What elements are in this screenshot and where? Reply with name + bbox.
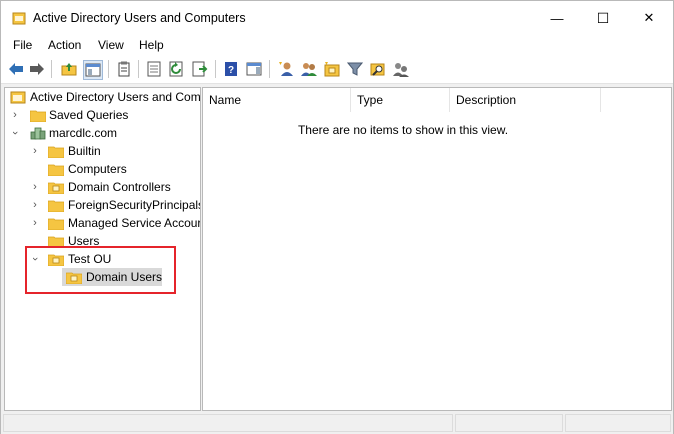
tree-item-label: Computers xyxy=(68,162,127,176)
tree-item-computers[interactable]: Computers xyxy=(5,160,200,178)
folder-icon xyxy=(48,218,64,230)
help-button[interactable]: ? xyxy=(222,60,240,78)
forward-icon xyxy=(30,63,44,75)
filter-icon xyxy=(347,62,363,76)
create-group-icon xyxy=(301,63,317,76)
back-icon xyxy=(9,63,23,75)
tree-item-foreign-security-principals[interactable]: › ForeignSecurityPrincipals xyxy=(5,196,200,214)
show-hide-console-tree-button[interactable] xyxy=(83,60,103,80)
filter-button[interactable] xyxy=(346,60,364,78)
create-user-icon xyxy=(279,62,293,76)
chevron-right-icon[interactable]: › xyxy=(30,214,40,232)
show-hide-console-tree-icon xyxy=(85,63,101,77)
create-group-button[interactable] xyxy=(300,60,318,78)
empty-list-message: There are no items to show in this view. xyxy=(297,123,509,137)
tree-item-saved-queries[interactable]: › Saved Queries xyxy=(5,106,200,124)
tree-item-label: Builtin xyxy=(68,144,101,158)
tree-item-managed-service-accounts[interactable]: › Managed Service Accour xyxy=(5,214,200,232)
column-header-type[interactable]: Type xyxy=(351,88,450,112)
details-pane[interactable]: Name Type Description There are no items… xyxy=(202,87,672,411)
tree-item-label: ForeignSecurityPrincipals xyxy=(68,198,201,212)
export-list-button[interactable] xyxy=(145,60,163,78)
add-to-group-icon xyxy=(393,63,409,77)
menu-action[interactable]: Action xyxy=(48,38,81,52)
chevron-down-icon[interactable]: › xyxy=(6,128,24,138)
tree-item-domain-controllers[interactable]: › Domain Controllers xyxy=(5,178,200,196)
folder-icon xyxy=(30,110,46,122)
close-button[interactable]: ✕ xyxy=(626,1,672,35)
minimize-icon: — xyxy=(550,10,564,26)
find-button[interactable] xyxy=(369,60,387,78)
export-list-icon xyxy=(147,61,161,77)
menu-help[interactable]: Help xyxy=(139,38,164,52)
title-bar: Active Directory Users and Computers — ☐… xyxy=(1,1,673,35)
annotation-highlight-box xyxy=(25,246,176,294)
find-icon xyxy=(370,63,385,76)
help-icon: ? xyxy=(225,62,237,76)
chevron-right-icon[interactable]: › xyxy=(30,196,40,214)
action-pane-icon xyxy=(246,62,262,76)
tree-item-builtin[interactable]: › Builtin xyxy=(5,142,200,160)
folder-icon xyxy=(48,146,64,158)
minimize-button[interactable]: — xyxy=(534,1,580,35)
folder-icon xyxy=(48,200,64,212)
tree-item-label: Managed Service Accour xyxy=(68,216,201,230)
maximize-icon: ☐ xyxy=(596,9,610,26)
status-cell xyxy=(455,414,563,432)
aduc-snapin-icon xyxy=(10,91,26,104)
svg-text:?: ? xyxy=(228,65,234,76)
up-folder-icon xyxy=(61,63,77,76)
create-ou-button[interactable] xyxy=(323,60,341,78)
action-pane-button[interactable] xyxy=(245,60,263,78)
create-user-button[interactable] xyxy=(277,60,295,78)
chevron-right-icon[interactable]: › xyxy=(10,106,20,124)
tree-item-domain[interactable]: › marcdlc.com xyxy=(5,124,200,142)
create-ou-icon xyxy=(324,62,340,77)
maximize-button[interactable]: ☐ xyxy=(580,1,626,35)
app-window: Active Directory Users and Computers — ☐… xyxy=(0,0,674,434)
export-icon xyxy=(192,61,208,77)
menu-view[interactable]: View xyxy=(98,38,124,52)
forward-button[interactable] xyxy=(28,60,46,78)
properties-button[interactable] xyxy=(115,60,133,78)
close-icon: ✕ xyxy=(643,10,655,25)
ou-folder-icon xyxy=(48,182,64,194)
chevron-right-icon[interactable]: › xyxy=(30,178,40,196)
aduc-app-icon xyxy=(12,12,26,25)
status-bar xyxy=(1,411,673,434)
tree-root-label: Active Directory Users and Com xyxy=(30,90,201,104)
column-header-description[interactable]: Description xyxy=(450,88,601,112)
menu-file[interactable]: File xyxy=(13,38,32,52)
folder-icon xyxy=(48,164,64,176)
status-cell xyxy=(565,414,671,432)
properties-icon xyxy=(118,61,130,77)
export-button[interactable] xyxy=(191,60,209,78)
refresh-button[interactable] xyxy=(168,60,186,78)
tree-root[interactable]: Active Directory Users and Com xyxy=(5,88,200,106)
window-title: Active Directory Users and Computers xyxy=(33,11,246,25)
refresh-icon xyxy=(169,61,183,77)
add-to-group-button[interactable] xyxy=(392,60,410,78)
tree-item-label: Domain Controllers xyxy=(68,180,171,194)
tree-item-label: Saved Queries xyxy=(49,108,129,122)
status-cell xyxy=(3,414,453,432)
menu-bar: File Action View Help xyxy=(1,35,673,55)
tree-item-label: marcdlc.com xyxy=(49,126,118,140)
column-header-name[interactable]: Name xyxy=(203,88,351,112)
back-button[interactable] xyxy=(7,60,25,78)
chevron-right-icon[interactable]: › xyxy=(30,142,40,160)
up-folder-button[interactable] xyxy=(60,60,78,78)
domain-icon xyxy=(30,127,46,140)
toolbar: ? xyxy=(1,55,673,84)
